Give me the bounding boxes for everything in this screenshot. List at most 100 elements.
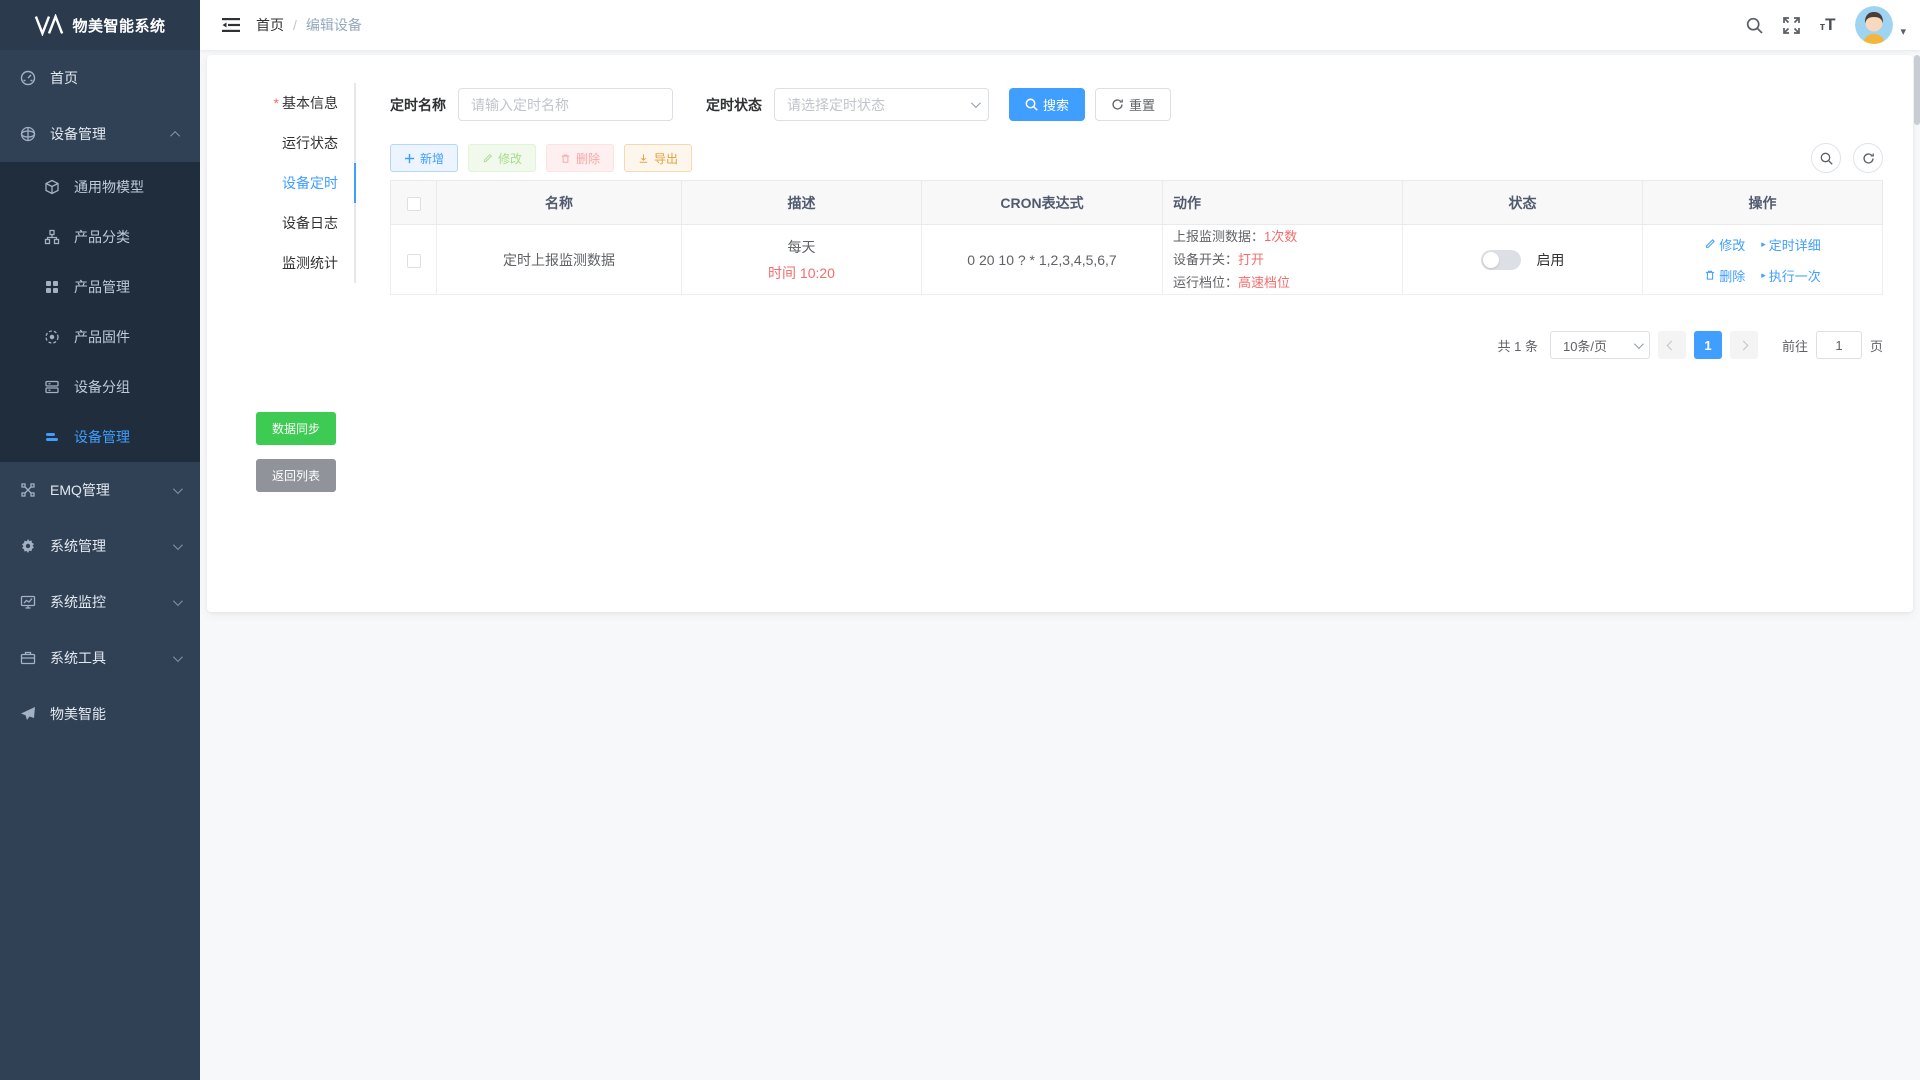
add-button-label: 新增	[420, 150, 444, 167]
sidebar-item-thing-model[interactable]: 通用物模型	[0, 162, 200, 212]
sidebar-item-product-category[interactable]: 产品分类	[0, 212, 200, 262]
breadcrumb-separator: /	[293, 17, 297, 33]
sidebar-item-system-monitor[interactable]: 系统监控	[0, 574, 200, 630]
refresh-table-button[interactable]	[1853, 143, 1883, 173]
col-cron: CRON表达式	[922, 181, 1163, 225]
row-timer-detail-link[interactable]: ▸ 定时详细	[1761, 235, 1821, 254]
required-asterisk: *	[274, 95, 279, 111]
dashboard-icon	[20, 70, 36, 86]
search-button[interactable]: 搜索	[1009, 88, 1085, 121]
sidebar-item-label: EMQ管理	[50, 480, 110, 500]
tab-label: 监测统计	[282, 255, 338, 271]
tab-device-timer[interactable]: 设备定时	[207, 163, 354, 203]
tab-basic-info[interactable]: *基本信息	[207, 83, 354, 123]
reset-button[interactable]: 重置	[1095, 88, 1171, 121]
caret-right-icon: ▸	[1761, 270, 1766, 281]
layout-size-icon[interactable]: тT	[1820, 15, 1836, 35]
goto-page-group: 前往 页	[1782, 331, 1883, 359]
goto-page-input[interactable]	[1816, 331, 1862, 359]
chevron-down-icon	[173, 484, 183, 494]
row-edit-link[interactable]: 修改	[1704, 235, 1745, 254]
refresh-icon	[1862, 152, 1875, 165]
desc-line1: 每天	[682, 237, 921, 257]
row-checkbox[interactable]	[407, 254, 421, 268]
user-menu[interactable]: ▾	[1855, 6, 1906, 44]
device-management-submenu: 通用物模型 产品分类 产品管理 产品固件 设备分组 设备管理	[0, 162, 200, 462]
sidebar-item-label: 系统管理	[50, 536, 106, 556]
top-navbar: 首页 / 编辑设备 тT ▾	[200, 0, 1920, 50]
col-status: 状态	[1403, 181, 1643, 225]
table-tools	[1811, 143, 1883, 173]
tab-monitor-stats[interactable]: 监测统计	[207, 243, 354, 283]
next-page-button[interactable]	[1730, 331, 1758, 359]
data-sync-button[interactable]: 数据同步	[256, 412, 336, 445]
sidebar-item-wumei-smart[interactable]: 物美智能	[0, 686, 200, 742]
menu-fold-icon	[222, 17, 240, 33]
tree-icon	[44, 229, 60, 245]
sidebar-item-device-management[interactable]: 设备管理	[0, 106, 200, 162]
action-value: 高速档位	[1238, 275, 1290, 290]
page-size-select[interactable]: 10条/页	[1550, 331, 1650, 359]
timer-status-select[interactable]: 请选择定时状态	[774, 88, 989, 121]
col-name: 名称	[437, 181, 682, 225]
op-label: 执行一次	[1769, 266, 1821, 285]
download-icon	[638, 153, 649, 164]
sidebar-item-label: 设备分组	[74, 377, 130, 397]
tab-run-status[interactable]: 运行状态	[207, 123, 354, 163]
table-header-row: 名称 描述 CRON表达式 动作 状态 操作	[391, 181, 1883, 225]
tab-device-log[interactable]: 设备日志	[207, 203, 354, 243]
pagination: 共 1 条 10条/页 1 前往 页	[390, 331, 1883, 359]
timer-table: 名称 描述 CRON表达式 动作 状态 操作 定时上报监测数据 每天	[390, 180, 1883, 295]
back-to-list-button[interactable]: 返回列表	[256, 459, 336, 492]
app-title: 物美智能系统	[72, 15, 165, 36]
prev-page-button[interactable]	[1658, 331, 1686, 359]
sidebar-toggle-icon[interactable]	[222, 17, 240, 33]
sidebar-item-product-management[interactable]: 产品管理	[0, 262, 200, 312]
sidebar-item-label: 产品分类	[74, 227, 130, 247]
status-toggle[interactable]	[1481, 250, 1521, 270]
select-all-cell	[391, 181, 437, 225]
table-toolbar: 新增 修改 删除 导出	[390, 143, 1883, 173]
toggle-search-button[interactable]	[1811, 143, 1841, 173]
breadcrumb-home[interactable]: 首页	[256, 15, 284, 35]
col-action: 动作	[1163, 181, 1403, 225]
row-run-once-link[interactable]: ▸ 执行一次	[1761, 266, 1821, 285]
search-button-label: 搜索	[1043, 95, 1069, 114]
main-content: *基本信息 运行状态 设备定时 设备日志 监测统计 数据同步 返回列表 定时名称…	[200, 50, 1920, 1080]
sidebar-item-emq-management[interactable]: EMQ管理	[0, 462, 200, 518]
sidebar-item-system-management[interactable]: 系统管理	[0, 518, 200, 574]
edit-icon	[1704, 238, 1716, 250]
sidebar-item-label: 系统监控	[50, 592, 106, 612]
sidebar-item-product-firmware[interactable]: 产品固件	[0, 312, 200, 362]
sidebar-item-label: 通用物模型	[74, 177, 144, 197]
sidebar-item-home[interactable]: 首页	[0, 50, 200, 106]
export-button[interactable]: 导出	[624, 144, 692, 172]
avatar[interactable]	[1855, 6, 1893, 44]
row-delete-link[interactable]: 删除	[1704, 266, 1745, 285]
timer-status-label: 定时状态	[706, 95, 762, 115]
chevron-down-icon	[971, 98, 981, 108]
col-description: 描述	[682, 181, 922, 225]
timer-name-input[interactable]	[458, 88, 673, 121]
select-placeholder: 请选择定时状态	[787, 95, 885, 115]
page-number-1[interactable]: 1	[1694, 331, 1722, 359]
device-list-icon	[44, 429, 60, 445]
cell-action: 上报监测数据：1次数 设备开关：打开 运行档位：高速档位	[1163, 225, 1403, 295]
delete-button[interactable]: 删除	[546, 144, 614, 172]
sidebar-item-device-list[interactable]: 设备管理	[0, 412, 200, 462]
tab-label: 运行状态	[282, 135, 338, 151]
header-search-icon[interactable]	[1746, 17, 1763, 34]
action-label: 设备开关：	[1173, 252, 1238, 267]
sidebar-item-device-group[interactable]: 设备分组	[0, 362, 200, 412]
select-all-checkbox[interactable]	[407, 197, 421, 211]
tab-label: 基本信息	[282, 95, 338, 111]
sidebar-item-system-tools[interactable]: 系统工具	[0, 630, 200, 686]
edit-button[interactable]: 修改	[468, 144, 536, 172]
add-button[interactable]: 新增	[390, 144, 458, 172]
caret-down-icon[interactable]: ▾	[1900, 25, 1906, 38]
scrollbar-thumb[interactable]	[1914, 55, 1920, 125]
monitor-icon	[20, 594, 36, 610]
fullscreen-icon[interactable]	[1783, 17, 1800, 34]
action-line: 上报监测数据：1次数	[1173, 225, 1402, 248]
chevron-down-icon	[173, 596, 183, 606]
